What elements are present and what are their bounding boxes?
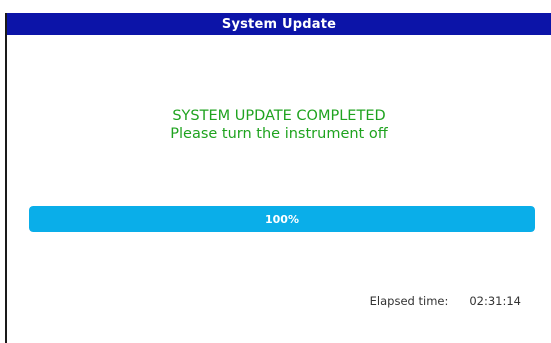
elapsed-time-value: 02:31:14 bbox=[469, 294, 521, 308]
status-message: SYSTEM UPDATE COMPLETED Please turn the … bbox=[7, 107, 551, 143]
elapsed-time-row: Elapsed time: 02:31:14 bbox=[370, 294, 521, 308]
system-update-window: System Update SYSTEM UPDATE COMPLETED Pl… bbox=[5, 13, 551, 343]
update-progress-bar: 100% bbox=[29, 206, 535, 232]
elapsed-time-label: Elapsed time: bbox=[369, 294, 449, 308]
status-instruction: Please turn the instrument off bbox=[170, 126, 388, 142]
window-title-bar: System Update bbox=[7, 13, 551, 35]
window-title: System Update bbox=[221, 16, 337, 32]
status-headline: SYSTEM UPDATE COMPLETED bbox=[172, 108, 386, 124]
progress-percent-label: 100% bbox=[265, 212, 299, 226]
